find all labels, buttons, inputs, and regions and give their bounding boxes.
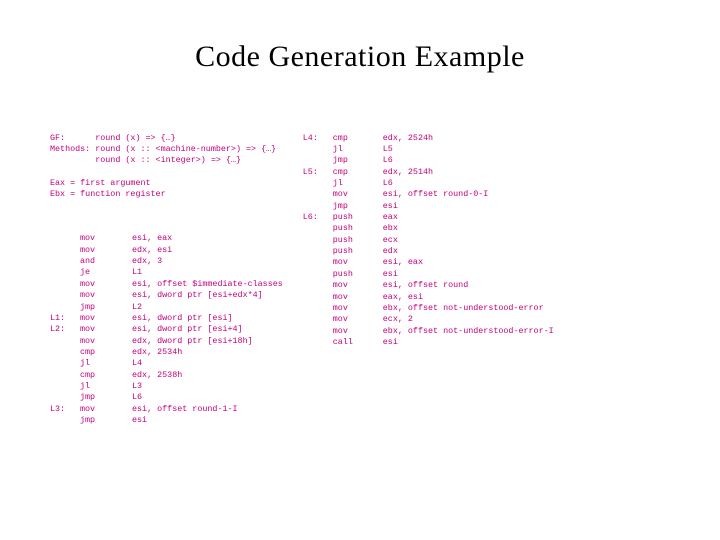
code-columns: GF: round (x) => {…} Methods: round (x :… bbox=[50, 110, 670, 449]
right-label-col: L4: L5: L6: bbox=[303, 133, 333, 349]
right-operand-col: edx, 2524h L5 L6 edx, 2514h L6 esi, offs… bbox=[383, 133, 554, 349]
right-mnemonic-col: cmp jl jmp cmp jl mov jmp push push push… bbox=[333, 133, 383, 349]
right-column: L4: L5: L6: cmp jl jmp cmp jl mov jmp pu… bbox=[303, 110, 554, 449]
left-header-block: GF: round (x) => {…} Methods: round (x :… bbox=[50, 133, 283, 201]
left-column: GF: round (x) => {…} Methods: round (x :… bbox=[50, 110, 283, 449]
right-asm-table: L4: L5: L6: cmp jl jmp cmp jl mov jmp pu… bbox=[303, 133, 554, 349]
left-asm-table: L1: L2: L3: mov mov and je mov mov jmp m… bbox=[50, 233, 283, 426]
slide: Code Generation Example GF: round (x) =>… bbox=[0, 0, 720, 540]
left-operand-col: esi, eax edx, esi edx, 3 L1 esi, offset … bbox=[132, 233, 283, 426]
left-mnemonic-col: mov mov and je mov mov jmp mov mov mov c… bbox=[80, 233, 132, 426]
page-title: Code Generation Example bbox=[50, 40, 670, 74]
left-label-col: L1: L2: L3: bbox=[50, 233, 80, 426]
